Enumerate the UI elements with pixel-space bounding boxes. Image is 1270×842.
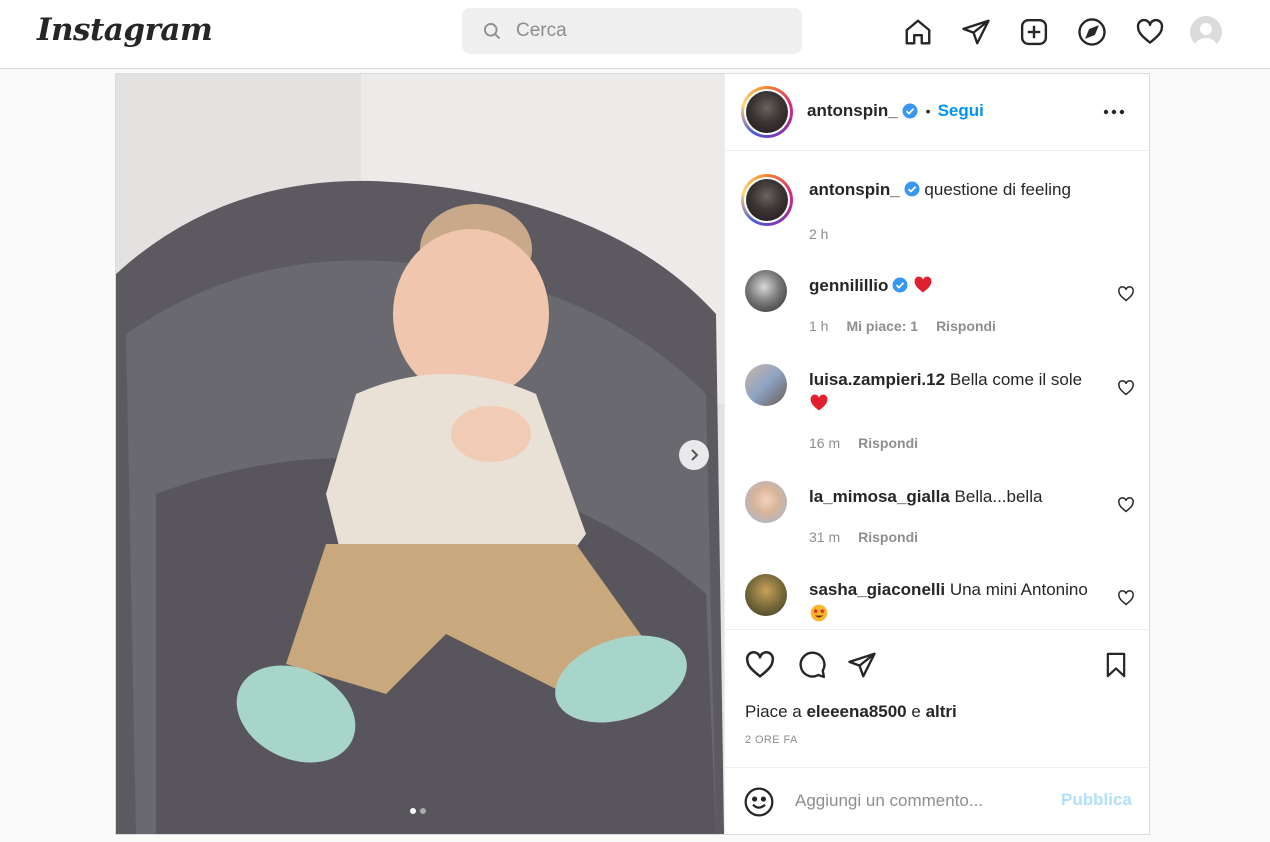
comment-meta: 31 m Rispondi (809, 529, 936, 545)
verified-badge-icon (902, 103, 918, 119)
comment-avatar[interactable] (745, 481, 787, 523)
comment-body: luisa.zampieri.12 Bella come il sole (809, 368, 1109, 416)
post-image[interactable] (116, 74, 724, 834)
comment-text: Bella come il sole (949, 370, 1083, 389)
activity-heart-icon[interactable] (1132, 14, 1168, 50)
comment-time[interactable]: 1 h (809, 318, 828, 334)
likes-others[interactable]: altri (926, 702, 957, 721)
like-comment-icon[interactable] (1117, 379, 1135, 397)
likes-joiner: e (911, 702, 921, 721)
post-timestamp[interactable]: 2 ORE FA (745, 734, 798, 746)
comment-username[interactable]: la_mimosa_gialla (809, 487, 950, 506)
author-avatar[interactable] (741, 86, 793, 138)
caption: antonspin_ questione di feeling 2 h (741, 174, 1135, 264)
comments-list[interactable]: antonspin_ questione di feeling 2 h genn… (725, 152, 1151, 629)
like-comment-icon[interactable] (1117, 589, 1135, 607)
author-username[interactable]: antonspin_ (807, 101, 898, 121)
comment-input[interactable] (795, 786, 1045, 816)
caption-body: antonspin_ questione di feeling (809, 178, 1109, 202)
comment-text: Bella...bella (954, 487, 1043, 506)
reply-button[interactable]: Rispondi (936, 318, 996, 334)
home-icon[interactable] (900, 14, 936, 50)
new-post-icon[interactable] (1016, 14, 1052, 50)
caption-time[interactable]: 2 h (809, 226, 828, 242)
caption-text: questione di feeling (924, 180, 1071, 199)
header-separator: • (925, 103, 931, 119)
more-options-icon[interactable] (1101, 100, 1127, 124)
follow-button[interactable]: Segui (938, 101, 984, 121)
caption-username[interactable]: antonspin_ (809, 180, 900, 199)
search-box[interactable] (462, 8, 802, 54)
comment-item: gennilillio 1 h Mi piace: 1 Rispondi (741, 270, 1135, 350)
star-struck-emoji-icon (810, 604, 828, 622)
comment-item: la_mimosa_gialla Bella...bella 31 m Risp… (741, 481, 1135, 561)
save-bookmark-icon[interactable] (1099, 648, 1133, 682)
reply-button[interactable]: Rispondi (858, 529, 918, 545)
search-input[interactable] (516, 20, 776, 42)
caption-avatar[interactable] (741, 174, 793, 226)
like-comment-icon[interactable] (1117, 496, 1135, 514)
likes-user[interactable]: eleeena8500 (806, 702, 906, 721)
comment-username[interactable]: sasha_giaconelli (809, 580, 945, 599)
comment-text: Una mini Antonino (949, 580, 1088, 599)
post-header: antonspin_ • Segui (725, 74, 1151, 151)
share-icon[interactable] (845, 648, 879, 682)
red-heart-emoji-icon (914, 276, 932, 293)
carousel-dot-active (410, 808, 416, 814)
comment-body: la_mimosa_gialla Bella...bella (809, 485, 1109, 509)
comment-meta: 1 h Mi piace: 1 Rispondi (809, 318, 1014, 334)
comment-item: sasha_giaconelli Una mini Antonino (741, 574, 1135, 629)
post-actions: Piace a eleeena8500 e altri 2 ORE FA (725, 629, 1151, 767)
author-line: antonspin_ • Segui (807, 101, 984, 121)
comment-time[interactable]: 16 m (809, 435, 840, 451)
comment-body: gennilillio (809, 274, 1109, 298)
verified-badge-icon (892, 277, 908, 293)
comment-avatar[interactable] (745, 270, 787, 312)
caption-meta: 2 h (809, 226, 846, 242)
verified-badge-icon (904, 181, 920, 197)
emoji-picker-icon[interactable] (743, 786, 775, 818)
direct-send-icon[interactable] (958, 14, 994, 50)
explore-icon[interactable] (1074, 14, 1110, 50)
carousel-next-button[interactable] (679, 440, 709, 470)
like-comment-icon[interactable] (1117, 285, 1135, 303)
comment-time[interactable]: 31 m (809, 529, 840, 545)
likes-prefix: Piace a (745, 702, 802, 721)
comment-avatar[interactable] (745, 364, 787, 406)
comment-meta: 16 m Rispondi (809, 435, 936, 451)
search-icon (484, 23, 501, 40)
carousel-indicator (410, 808, 430, 814)
comment-composer: Pubblica (725, 767, 1151, 834)
chevron-right-icon (691, 449, 699, 461)
comment-avatar[interactable] (745, 574, 787, 616)
top-navbar: Instagram (0, 0, 1270, 69)
likes-summary: Piace a eleeena8500 e altri (745, 702, 957, 722)
red-heart-emoji-icon (810, 394, 828, 411)
publish-button[interactable]: Pubblica (1061, 790, 1132, 810)
like-post-icon[interactable] (743, 648, 777, 682)
baby-photo-illustration (116, 74, 724, 834)
reply-button[interactable]: Rispondi (858, 435, 918, 451)
post-card: antonspin_ • Segui antonspin_ questione … (115, 73, 1151, 835)
nav-icons (900, 14, 1222, 50)
comment-username[interactable]: gennilillio (809, 276, 888, 295)
profile-avatar[interactable] (1190, 16, 1222, 48)
post-sidebar: antonspin_ • Segui antonspin_ questione … (724, 74, 1151, 834)
comment-body: sasha_giaconelli Una mini Antonino (809, 578, 1109, 626)
comment-item: luisa.zampieri.12 Bella come il sole 16 … (741, 364, 1135, 464)
comment-username[interactable]: luisa.zampieri.12 (809, 370, 945, 389)
comment-likes[interactable]: Mi piace: 1 (846, 318, 918, 334)
instagram-logo[interactable]: Instagram (37, 12, 213, 48)
carousel-dot (420, 808, 426, 814)
comment-icon[interactable] (795, 648, 829, 682)
